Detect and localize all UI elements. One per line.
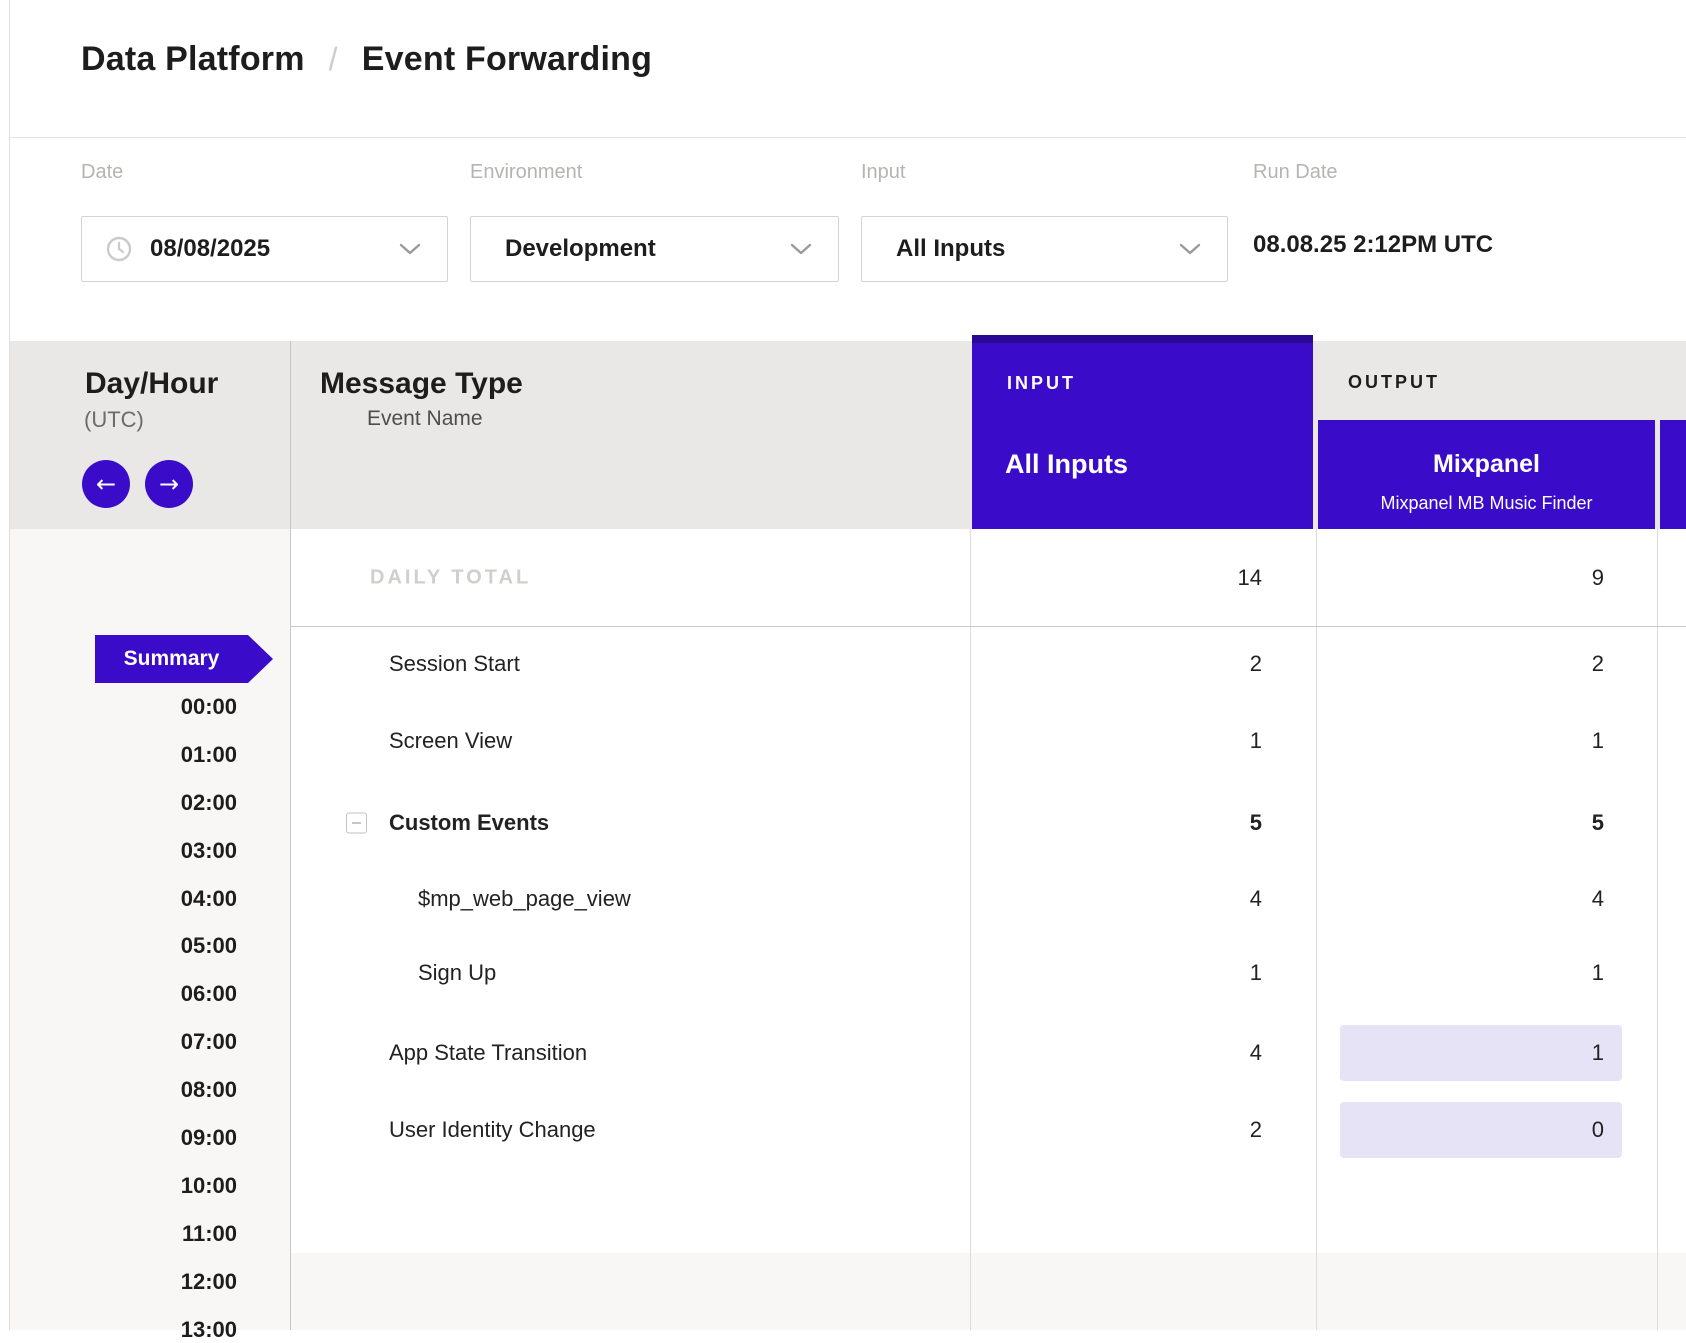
clock-icon <box>106 236 132 262</box>
breadcrumb-separator: / <box>305 41 362 78</box>
arrow-right-icon: → <box>159 472 179 496</box>
date-value: 08/08/2025 <box>150 235 270 263</box>
row-label: Session Start <box>389 651 520 677</box>
input-column-divider <box>970 529 971 1330</box>
output-cell-highlighted: 0 <box>1340 1102 1622 1158</box>
hour-item-0200[interactable]: 02:00 <box>181 790 237 816</box>
arrow-left-icon: ← <box>96 472 116 496</box>
output-cell-value: 0 <box>1592 1117 1604 1143</box>
output-column-header-partial[interactable] <box>1660 420 1686 529</box>
row-label: $mp_web_page_view <box>418 886 631 912</box>
table-header-band: Day/Hour (UTC) ← → Message Type Event Na… <box>10 341 1686 529</box>
hour-item-1300[interactable]: 13:00 <box>181 1317 237 1343</box>
message-type-column-title: Message Type <box>320 367 523 401</box>
day-hour-timezone: (UTC) <box>84 407 144 433</box>
input-column-name: All Inputs <box>1005 449 1128 480</box>
output-cell-value: 1 <box>1592 1040 1604 1066</box>
output-cell: 1 <box>1592 728 1604 754</box>
input-cell: 1 <box>1250 960 1262 986</box>
environment-value: Development <box>505 235 656 263</box>
row-label: App State Transition <box>389 1040 587 1066</box>
table-footer-band <box>290 1253 1686 1330</box>
daily-total-input-value: 14 <box>1238 565 1262 591</box>
hour-item-1100[interactable]: 11:00 <box>182 1221 237 1247</box>
input-cell: 2 <box>1250 1117 1262 1143</box>
chevron-down-icon <box>1179 243 1201 255</box>
input-cell: 4 <box>1250 886 1262 912</box>
row-label: Screen View <box>389 728 512 754</box>
date-filter-label: Date <box>81 161 123 184</box>
chevron-down-icon <box>399 243 421 255</box>
output-cell: 2 <box>1592 651 1604 677</box>
hour-item-1000[interactable]: 10:00 <box>181 1173 237 1199</box>
hour-item-0400[interactable]: 04:00 <box>181 886 237 912</box>
chevron-down-icon <box>790 243 812 255</box>
output-cell: 5 <box>1592 810 1604 836</box>
breadcrumb-section-link[interactable]: Data Platform <box>81 40 305 79</box>
row-label: Sign Up <box>418 960 496 986</box>
input-cell: 5 <box>1250 810 1262 836</box>
collapse-minus-icon[interactable] <box>346 813 367 834</box>
hour-item-1200[interactable]: 12:00 <box>181 1269 237 1295</box>
summary-tab[interactable]: Summary <box>95 635 273 683</box>
filter-bar: Date Environment Input Run Date 08/08/20… <box>10 139 1686 341</box>
next-column-divider <box>1657 529 1658 1330</box>
hour-item-0000[interactable]: 00:00 <box>181 694 237 720</box>
daily-total-label: DAILY TOTAL <box>370 567 531 590</box>
run-date-value: 08.08.25 2:12PM UTC <box>1253 231 1493 259</box>
hour-item-0500[interactable]: 05:00 <box>181 933 237 959</box>
output-connection-name: Mixpanel MB Music Finder <box>1318 493 1655 514</box>
daily-total-divider <box>290 626 1686 627</box>
hour-item-0600[interactable]: 06:00 <box>181 981 237 1007</box>
input-filter-label: Input <box>861 161 905 184</box>
next-day-button[interactable]: → <box>145 460 193 508</box>
hour-item-0100[interactable]: 01:00 <box>181 742 237 768</box>
output-cell-highlighted: 1 <box>1340 1025 1622 1081</box>
input-cell: 1 <box>1250 728 1262 754</box>
page-title: Event Forwarding <box>362 40 652 79</box>
mixpanel-column-divider <box>1316 529 1317 1330</box>
input-cell: 4 <box>1250 1040 1262 1066</box>
output-column-header-mixpanel[interactable]: Mixpanel Mixpanel MB Music Finder <box>1318 420 1655 529</box>
run-date-label: Run Date <box>1253 161 1338 184</box>
output-cell: 4 <box>1592 886 1604 912</box>
row-label: User Identity Change <box>389 1117 596 1143</box>
breadcrumb: Data Platform / Event Forwarding <box>81 40 652 79</box>
event-name-subtitle: Event Name <box>367 407 483 431</box>
summary-tab-label: Summary <box>124 647 220 671</box>
rail-column-divider <box>290 341 291 1330</box>
input-column-header[interactable]: INPUT All Inputs <box>972 335 1313 529</box>
hour-item-0900[interactable]: 09:00 <box>181 1125 237 1151</box>
day-hour-column-title: Day/Hour <box>85 367 218 401</box>
environment-filter-label: Environment <box>470 161 582 184</box>
input-column-accent-strip <box>972 335 1313 343</box>
row-label: Custom Events <box>389 810 549 836</box>
input-value: All Inputs <box>896 235 1005 263</box>
output-column-name: Mixpanel <box>1318 450 1655 479</box>
daily-total-output-value: 9 <box>1592 565 1604 591</box>
input-select[interactable]: All Inputs <box>861 216 1228 282</box>
hour-item-0300[interactable]: 03:00 <box>181 838 237 864</box>
date-select[interactable]: 08/08/2025 <box>81 216 448 282</box>
hour-item-0700[interactable]: 07:00 <box>181 1029 237 1055</box>
environment-select[interactable]: Development <box>470 216 839 282</box>
previous-day-button[interactable]: ← <box>82 460 130 508</box>
hour-item-0800[interactable]: 08:00 <box>181 1077 237 1103</box>
output-cell: 1 <box>1592 960 1604 986</box>
output-section-label: OUTPUT <box>1348 372 1440 393</box>
top-header: Data Platform / Event Forwarding <box>10 0 1686 138</box>
input-section-label: INPUT <box>1007 373 1076 394</box>
input-cell: 2 <box>1250 651 1262 677</box>
